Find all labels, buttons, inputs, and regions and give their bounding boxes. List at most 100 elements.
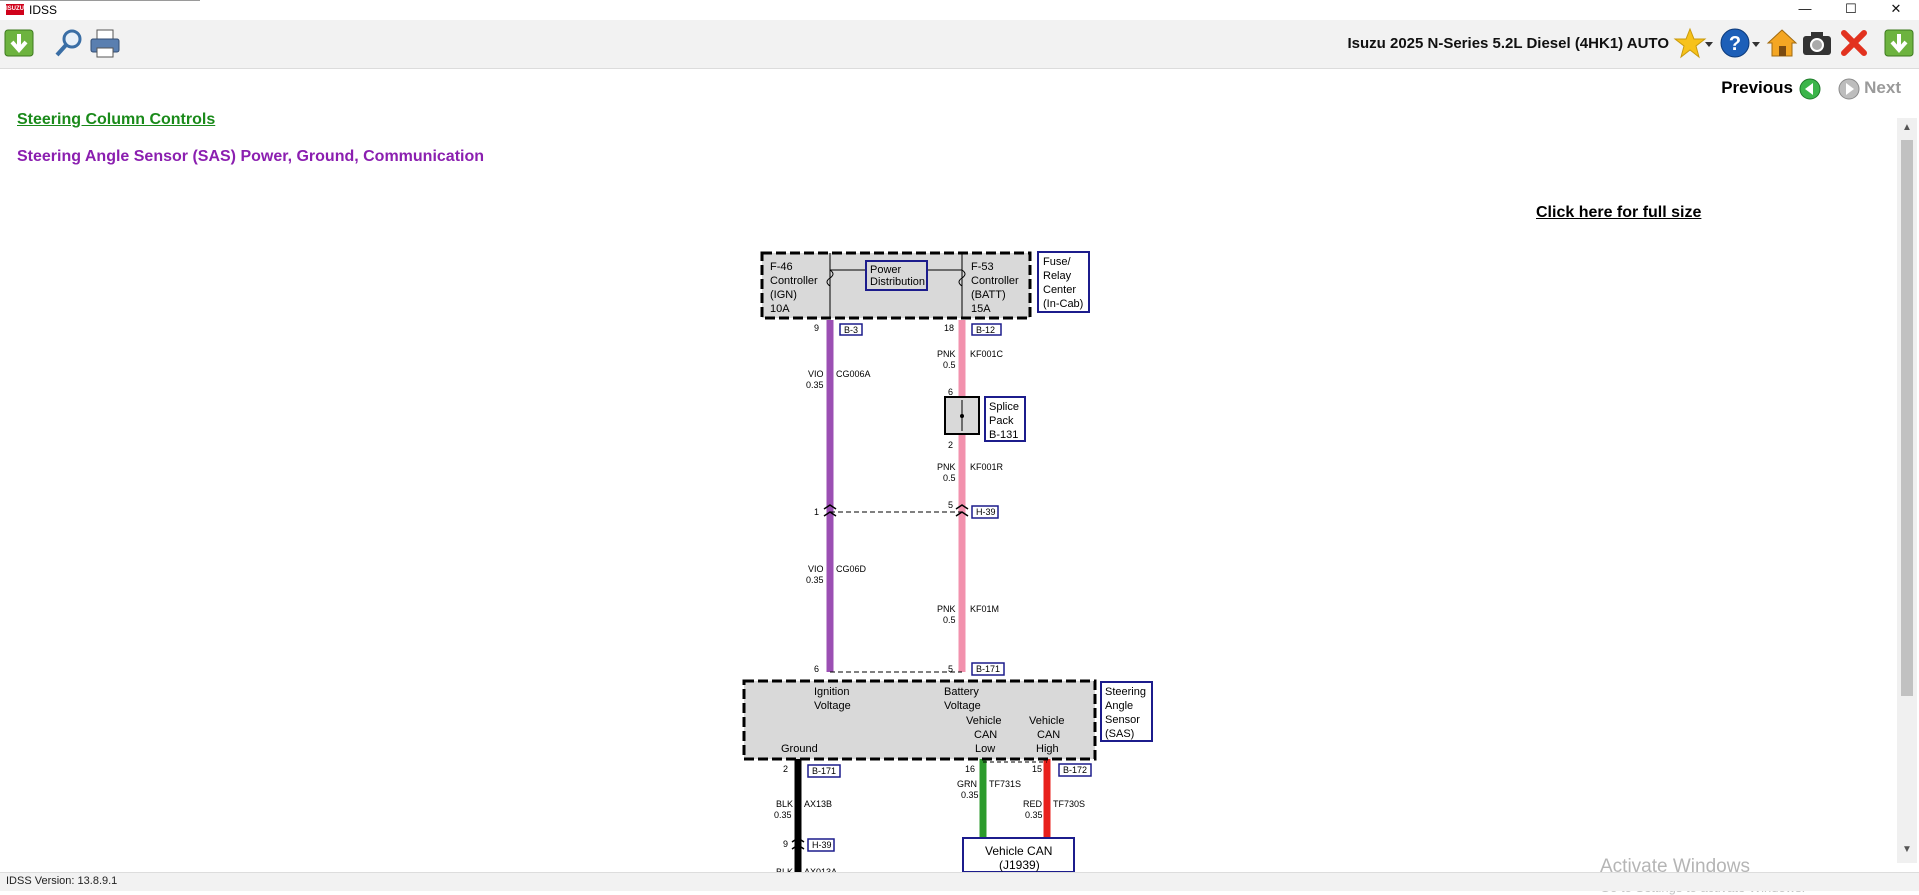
pin-number: 9 xyxy=(783,839,788,849)
scrollbar-thumb[interactable] xyxy=(1901,140,1913,696)
page-title: Steering Angle Sensor (SAS) Power, Groun… xyxy=(17,148,485,165)
next-link[interactable]: Next xyxy=(1864,78,1901,98)
wire-id: TF730S xyxy=(1053,799,1085,809)
power-distribution-label: Power xyxy=(870,264,902,276)
fuse-label: 10A xyxy=(770,303,790,315)
pin-number: 16 xyxy=(965,764,975,774)
wire-size: 0.5 xyxy=(943,615,956,625)
splice-pack-label: B-131 xyxy=(989,429,1018,441)
toolbar: Isuzu 2025 N-Series 5.2L Diesel (4HK1) A… xyxy=(0,20,1919,69)
pin-number: 5 xyxy=(948,500,953,510)
pin-number: 6 xyxy=(948,387,953,397)
title-bar: ISUZU IDSS — ☐ ✕ xyxy=(0,0,1919,21)
wire-color: PNK xyxy=(937,349,956,359)
connector-label: H-39 xyxy=(812,840,832,850)
fuse-label: F-46 xyxy=(770,261,793,273)
wire-color: VIO xyxy=(808,564,824,574)
next-arrow-icon[interactable] xyxy=(1838,78,1860,100)
previous-arrow-icon[interactable] xyxy=(1799,78,1821,100)
vehicle-info: Isuzu 2025 N-Series 5.2L Diesel (4HK1) A… xyxy=(1347,35,1669,52)
wire-color: RED xyxy=(1023,799,1043,809)
splice-pack-label: Pack xyxy=(989,415,1014,427)
star-icon[interactable] xyxy=(1673,26,1707,60)
fuse-relay-center-label: Center xyxy=(1043,284,1076,296)
previous-link[interactable]: Previous xyxy=(1721,78,1793,98)
fuse-label: (BATT) xyxy=(971,289,1006,301)
sas-label: Sensor xyxy=(1105,714,1140,726)
sas-can-low-label: CAN xyxy=(974,729,997,741)
close-icon[interactable] xyxy=(1837,26,1871,60)
pin-number: 2 xyxy=(783,764,788,774)
wire-color: GRN xyxy=(957,779,977,789)
sas-label: Steering xyxy=(1105,686,1146,698)
wire-color: PNK xyxy=(937,462,956,472)
sas-battery-label: Battery xyxy=(944,686,979,698)
print-icon[interactable] xyxy=(88,26,122,60)
wire-size: 0.5 xyxy=(943,473,956,483)
wire-size: 0.35 xyxy=(806,380,824,390)
pin-number: 9 xyxy=(814,323,819,333)
pin-number: 15 xyxy=(1032,764,1042,774)
sas-can-low-label: Low xyxy=(975,743,995,755)
chevron-down-icon[interactable] xyxy=(1750,26,1762,60)
sas-can-high-label: CAN xyxy=(1037,729,1060,741)
vehicle-can-label: Vehicle CAN xyxy=(985,844,1052,858)
fuse-relay-center-label: Relay xyxy=(1043,270,1072,282)
wire-size: 0.35 xyxy=(806,575,824,585)
pin-number: 2 xyxy=(948,440,953,450)
wire-color: PNK xyxy=(937,604,956,614)
camera-icon[interactable] xyxy=(1800,26,1834,60)
close-window-button[interactable]: ✕ xyxy=(1873,0,1919,20)
wire-id: KF01M xyxy=(970,604,999,614)
version-text: IDSS Version: 13.8.9.1 xyxy=(6,875,118,887)
connector-label: B-171 xyxy=(976,664,1000,674)
fuse-label: F-53 xyxy=(971,261,994,273)
wire-id: AX13B xyxy=(804,799,832,809)
window-title: IDSS xyxy=(29,3,58,17)
wire-size: 0.35 xyxy=(1025,810,1043,820)
download-icon[interactable] xyxy=(2,26,36,60)
connector-label: H-39 xyxy=(976,507,996,517)
connector-label: B-171 xyxy=(812,766,836,776)
breadcrumb[interactable]: Steering Column Controls xyxy=(17,111,215,129)
fuse-label: Controller xyxy=(770,275,818,287)
fuse-relay-center-label: (In-Cab) xyxy=(1043,298,1083,310)
wire-id: KF001R xyxy=(970,462,1004,472)
full-size-link[interactable]: Click here for full size xyxy=(1536,204,1701,222)
splice-pack-label: Splice xyxy=(989,401,1019,413)
connector-label: B-3 xyxy=(844,325,858,335)
search-icon[interactable] xyxy=(52,26,86,60)
sas-can-high-label: High xyxy=(1036,743,1059,755)
chevron-down-icon[interactable] xyxy=(1703,26,1715,60)
wire-id: CG006A xyxy=(836,369,871,379)
vehicle-can-label: (J1939) xyxy=(999,858,1040,872)
maximize-button[interactable]: ☐ xyxy=(1828,0,1874,20)
pin-number: 1 xyxy=(814,507,819,517)
splice-dot xyxy=(960,414,964,418)
home-icon[interactable] xyxy=(1765,26,1799,60)
wire-color: VIO xyxy=(808,369,824,379)
sas-label: (SAS) xyxy=(1105,728,1134,740)
power-distribution-label: Distribution xyxy=(870,276,925,288)
scroll-up-arrow-icon[interactable]: ▲ xyxy=(1900,122,1914,136)
sas-ignition-label: Voltage xyxy=(814,700,851,712)
wire-size: 0.35 xyxy=(961,790,979,800)
sas-can-high-label: Vehicle xyxy=(1029,715,1064,727)
fuse-label: 15A xyxy=(971,303,991,315)
status-bar: IDSS Version: 13.8.9.1 xyxy=(0,872,1919,891)
wire-id: CG06D xyxy=(836,564,867,574)
sas-battery-label: Voltage xyxy=(944,700,981,712)
minimize-button[interactable]: — xyxy=(1782,0,1828,20)
download-icon[interactable] xyxy=(1882,26,1916,60)
vertical-scrollbar[interactable]: ▲ ▼ xyxy=(1897,118,1917,863)
scroll-down-arrow-icon[interactable]: ▼ xyxy=(1900,844,1914,858)
connector-label: B-12 xyxy=(976,325,995,335)
wire-id: TF731S xyxy=(989,779,1021,789)
sas-ignition-label: Ignition xyxy=(814,686,849,698)
pin-number: 6 xyxy=(814,664,819,674)
wire-size: 0.5 xyxy=(943,360,956,370)
help-icon[interactable]: ? xyxy=(1718,26,1752,60)
sas-ground-label: Ground xyxy=(781,743,818,755)
wire-id: KF001C xyxy=(970,349,1004,359)
sas-label: Angle xyxy=(1105,700,1133,712)
